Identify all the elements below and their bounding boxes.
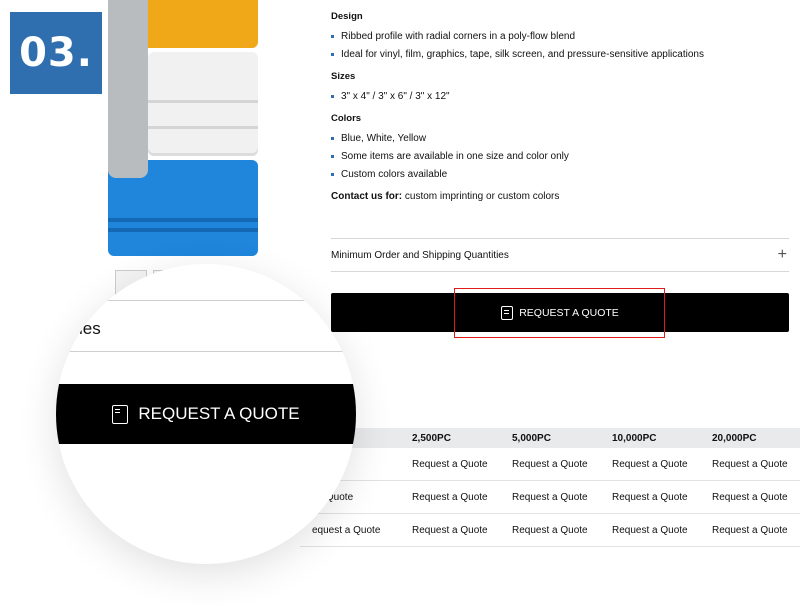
table-header: 10,000PC: [600, 428, 700, 448]
design-heading: Design: [331, 11, 363, 22]
sizes-heading: Sizes: [331, 71, 356, 82]
quote-link[interactable]: Request a Quote: [500, 448, 600, 481]
pricing-table: 2,500PC 5,000PC 10,000PC 20,000PC Quote …: [300, 428, 800, 547]
list-item: Blue, White, Yellow: [331, 132, 791, 146]
table-row: equest a Quote Request a Quote Request a…: [300, 513, 800, 547]
colors-list: Blue, White, Yellow Some items are avail…: [331, 132, 791, 182]
squeegee-handle: [108, 0, 148, 178]
list-item: 3" x 4" / 3" x 6" / 3" x 12": [331, 90, 791, 104]
quote-link[interactable]: Request a Quote: [600, 480, 700, 514]
quote-link[interactable]: Request a Quote: [400, 513, 500, 547]
white-squeegee: [148, 52, 258, 156]
product-image: [108, 0, 258, 262]
list-item: Some items are available in one size and…: [331, 150, 791, 164]
table-header: 2,500PC: [400, 428, 500, 448]
quote-link[interactable]: Request a Quote: [700, 480, 800, 514]
min-order-accordion[interactable]: Minimum Order and Shipping Quantities +: [331, 238, 789, 272]
design-list: Ribbed profile with radial corners in a …: [331, 30, 791, 62]
contact-note: Contact us for: custom imprinting or cus…: [331, 190, 791, 204]
plus-icon[interactable]: +: [778, 246, 787, 264]
document-icon: [112, 404, 129, 424]
contact-text: custom imprinting or custom colors: [402, 191, 560, 202]
table-header: 20,000PC: [700, 428, 800, 448]
quote-link[interactable]: Request a Quote: [500, 513, 600, 547]
magnified-accordion-label: itities: [62, 319, 101, 338]
table-row: Quote Request a Quote Request a Quote Re…: [300, 448, 800, 481]
step-number-badge: 03.: [10, 12, 102, 94]
table-row: t a Quote Request a Quote Request a Quot…: [300, 480, 800, 514]
magnified-quote-button: REQUEST A QUOTE: [56, 384, 356, 444]
quote-link[interactable]: Request a Quote: [600, 513, 700, 547]
quote-link[interactable]: Request a Quote: [400, 480, 500, 514]
contact-label: Contact us for:: [331, 191, 403, 202]
list-item: Ideal for vinyl, film, graphics, tape, s…: [331, 48, 791, 62]
quote-link[interactable]: Request a Quote: [700, 513, 800, 547]
yellow-squeegee: [148, 0, 258, 48]
quote-link[interactable]: Request a Quote: [600, 448, 700, 481]
quote-link[interactable]: Request a Quote: [700, 448, 800, 481]
list-item: Ribbed profile with radial corners in a …: [331, 30, 791, 44]
sizes-list: 3" x 4" / 3" x 6" / 3" x 12": [331, 90, 791, 104]
highlight-box: [454, 288, 665, 338]
magnified-accordion: itities: [56, 300, 356, 352]
list-item: Custom colors available: [331, 168, 791, 182]
product-specs: Design Ribbed profile with radial corner…: [331, 10, 791, 204]
accordion-label: Minimum Order and Shipping Quantities: [331, 249, 509, 261]
table-header: 5,000PC: [500, 428, 600, 448]
quote-link[interactable]: Request a Quote: [500, 480, 600, 514]
magnifier-lens: itities REQUEST A QUOTE: [56, 264, 356, 564]
colors-heading: Colors: [331, 113, 362, 124]
magnified-quote-label: REQUEST A QUOTE: [138, 404, 300, 423]
quote-link[interactable]: Request a Quote: [400, 448, 500, 481]
